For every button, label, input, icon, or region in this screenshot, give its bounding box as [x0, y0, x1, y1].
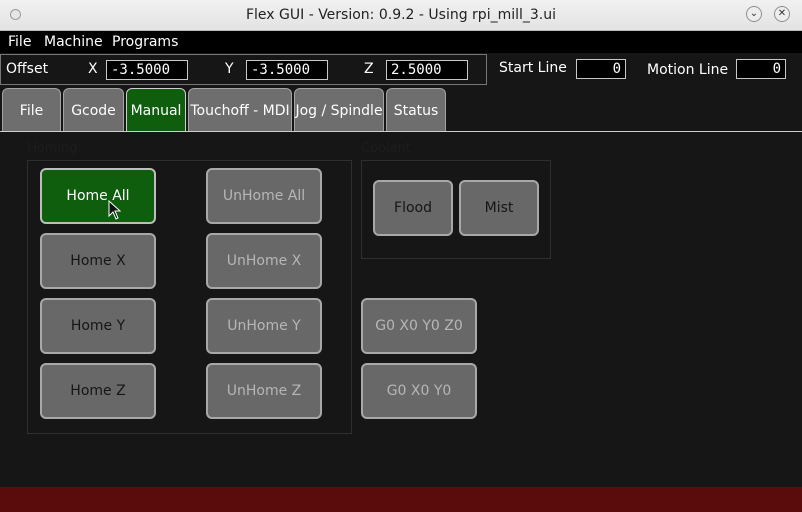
- title-bar: Flex GUI - Version: 0.9.2 - Using rpi_mi…: [0, 0, 802, 31]
- offset-z-field: 2.5000: [386, 60, 468, 80]
- coolant-group-label: Coolant: [361, 141, 411, 156]
- start-line-field: 0: [576, 59, 626, 79]
- offset-panel: Offset X -3.5000 Y -3.5000 Z 2.5000: [0, 54, 487, 85]
- tab-manual[interactable]: Manual: [126, 88, 186, 131]
- status-bar: [0, 487, 802, 512]
- unhome-all-button[interactable]: UnHome All: [206, 168, 322, 224]
- home-y-button[interactable]: Home Y: [40, 298, 156, 354]
- motion-line-label: Motion Line: [647, 62, 729, 78]
- menu-bar: File Machine Programs: [0, 31, 802, 53]
- goto-xyz-zero-button[interactable]: G0 X0 Y0 Z0: [361, 298, 477, 354]
- tab-status[interactable]: Status: [386, 88, 446, 131]
- window-title: Flex GUI - Version: 0.9.2 - Using rpi_mi…: [245, 7, 557, 23]
- menu-file[interactable]: File: [8, 34, 31, 50]
- offset-y-field: -3.5000: [246, 60, 328, 80]
- menu-programs[interactable]: Programs: [112, 34, 178, 50]
- offset-label: Offset: [6, 61, 49, 77]
- home-z-button[interactable]: Home Z: [40, 363, 156, 419]
- minimize-icon[interactable]: ⌄: [746, 6, 762, 22]
- start-line-label: Start Line: [499, 60, 567, 76]
- menu-machine[interactable]: Machine: [44, 34, 103, 50]
- tab-gcode[interactable]: Gcode: [63, 88, 124, 131]
- motion-line-field: 0: [736, 59, 786, 79]
- close-icon[interactable]: ✕: [774, 6, 790, 22]
- home-all-button[interactable]: Home All: [40, 168, 156, 224]
- mist-button[interactable]: Mist: [459, 180, 539, 236]
- tab-jog-spindle[interactable]: Jog / Spindle: [294, 88, 384, 131]
- offset-z-label: Z: [364, 61, 374, 77]
- offset-x-label: X: [88, 61, 98, 77]
- unhome-y-button[interactable]: UnHome Y: [206, 298, 322, 354]
- offset-y-label: Y: [225, 61, 234, 77]
- tab-touchoff-mdi[interactable]: Touchoff - MDI: [188, 88, 292, 131]
- unhome-x-button[interactable]: UnHome X: [206, 233, 322, 289]
- goto-xy-zero-button[interactable]: G0 X0 Y0: [361, 363, 477, 419]
- offset-x-field: -3.5000: [106, 60, 188, 80]
- unhome-z-button[interactable]: UnHome Z: [206, 363, 322, 419]
- flood-button[interactable]: Flood: [373, 180, 453, 236]
- homing-group-label: Homing: [27, 141, 78, 156]
- home-x-button[interactable]: Home X: [40, 233, 156, 289]
- mouse-pointer-icon: [108, 200, 122, 220]
- tab-file[interactable]: File: [2, 88, 61, 131]
